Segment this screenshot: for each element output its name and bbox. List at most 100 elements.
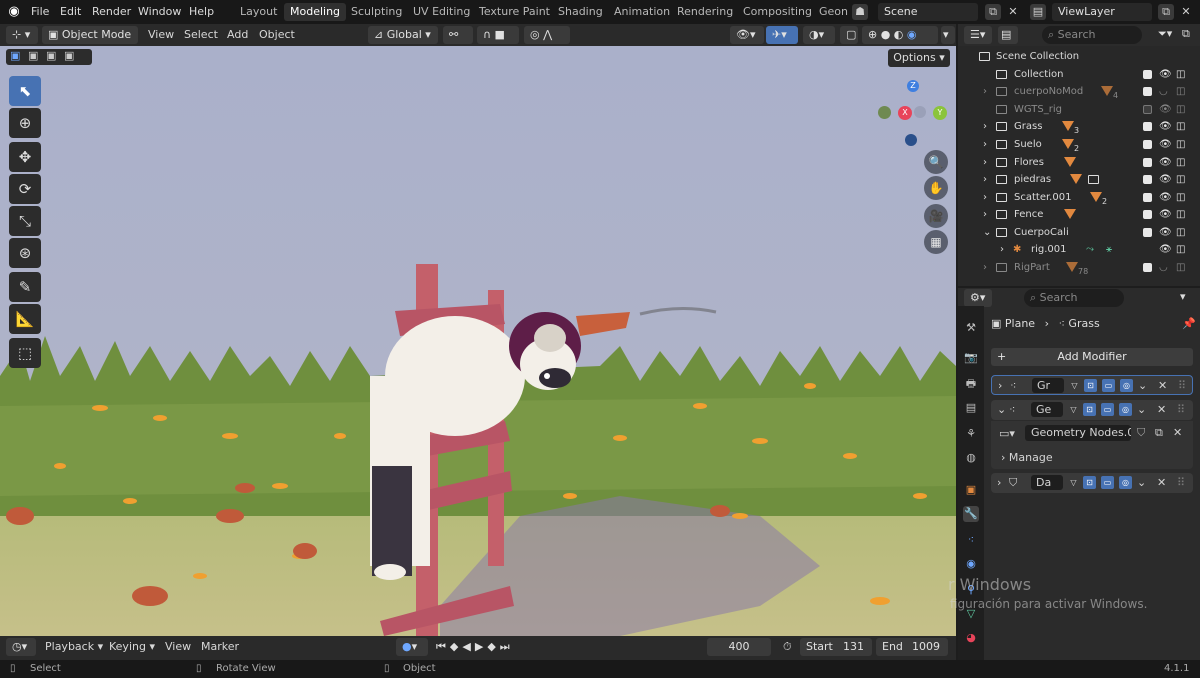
render-display-icon[interactable]: ◎ bbox=[1119, 476, 1132, 489]
eye-icon[interactable]: 👁 bbox=[1159, 241, 1172, 258]
blender-logo-icon[interactable]: ◉ bbox=[6, 4, 22, 20]
menu-timeline-view[interactable]: View bbox=[160, 638, 196, 656]
add-cube-tool[interactable]: ⬚ bbox=[9, 338, 41, 368]
outliner-row-rigpart[interactable]: › RigPart 78 ◡ ◫ bbox=[958, 259, 1200, 277]
view-layer-field[interactable]: ViewLayer bbox=[1052, 3, 1152, 21]
transform-tool[interactable]: ⊛ bbox=[9, 238, 41, 268]
node-group-field[interactable]: Geometry Nodes.0... bbox=[1025, 425, 1131, 441]
select-box-tool[interactable]: ⬉ bbox=[9, 76, 41, 106]
viewport-display-icon[interactable]: ▭ bbox=[1102, 379, 1115, 392]
pivot-dropdown[interactable]: ⚯ bbox=[443, 26, 473, 44]
expand-chevron-icon[interactable]: › bbox=[997, 476, 1001, 489]
options-button[interactable]: Options ▾ bbox=[888, 49, 950, 67]
cursor-tool[interactable]: ⊕ bbox=[9, 108, 41, 138]
tab-texture-paint[interactable]: Texture Paint bbox=[473, 3, 556, 21]
auto-keying-toggle[interactable]: ●▾ bbox=[396, 638, 428, 656]
chevron-down-icon[interactable]: ⌄ bbox=[1138, 379, 1147, 392]
snap-toggle[interactable]: ∩ ■ bbox=[477, 26, 519, 44]
eye-hidden-icon[interactable]: ◡ bbox=[1159, 83, 1168, 100]
scene-name-field[interactable]: Scene bbox=[878, 3, 978, 21]
tab-geometry-nodes[interactable]: Geon bbox=[813, 3, 854, 21]
select-invert-icon[interactable]: ▣ bbox=[64, 49, 74, 62]
modifier-name-field[interactable]: Da bbox=[1031, 475, 1063, 490]
camera-render-icon[interactable]: ◫ bbox=[1176, 224, 1185, 241]
exclude-checkbox[interactable] bbox=[1143, 210, 1152, 219]
tab-rendering[interactable]: Rendering bbox=[671, 3, 739, 21]
eye-hidden-icon[interactable]: ◡ bbox=[1159, 259, 1168, 276]
stopwatch-icon[interactable]: ⏱ bbox=[778, 638, 797, 656]
particles-tab-icon[interactable]: ⁖ bbox=[963, 532, 979, 548]
z-axis-ball[interactable]: Z bbox=[907, 80, 919, 92]
perspective-grid-icon[interactable]: ▦ bbox=[924, 230, 948, 254]
cage-icon[interactable]: ⊡ bbox=[1084, 379, 1097, 392]
next-keyframe-icon[interactable]: ◆ bbox=[487, 640, 499, 653]
proportional-edit-toggle[interactable]: ◎ ⋀ bbox=[524, 26, 570, 44]
camera-render-icon[interactable]: ◫ bbox=[1176, 154, 1185, 171]
modifier-panel-geometry-nodes[interactable]: ⌄ ⁖ Ge ▽ ⊡ ▭ ◎ ⌄ ✕ ⠿ bbox=[991, 400, 1193, 420]
outliner-editor-type[interactable]: ☰▾ bbox=[964, 26, 992, 44]
menu-edit[interactable]: Edit bbox=[60, 5, 81, 18]
tab-layout[interactable]: Layout bbox=[234, 3, 283, 21]
exclude-checkbox[interactable] bbox=[1143, 228, 1152, 237]
shading-options-button[interactable]: ▾ bbox=[941, 26, 955, 44]
eye-icon[interactable]: 👁 bbox=[1159, 136, 1172, 153]
menu-view[interactable]: View bbox=[143, 26, 179, 44]
rotate-tool[interactable]: ⟳ bbox=[9, 174, 41, 204]
display-mode-dropdown[interactable]: ▤ bbox=[998, 26, 1018, 44]
fake-user-shield-icon[interactable]: ⛉ bbox=[1137, 426, 1145, 440]
exclude-checkbox[interactable] bbox=[1143, 263, 1152, 272]
move-tool[interactable]: ✥ bbox=[9, 142, 41, 172]
jump-start-icon[interactable]: ⏮ bbox=[436, 640, 450, 653]
play-reverse-icon[interactable]: ◀ bbox=[462, 640, 474, 653]
menu-window[interactable]: Window bbox=[138, 5, 181, 18]
eye-icon[interactable]: 👁 bbox=[1159, 118, 1172, 135]
scene-selector-icon[interactable]: ☗ bbox=[852, 4, 868, 20]
3d-viewport[interactable]: ⬉ ⊕ ✥ ⟳ ⤡ ⊛ ✎ 📐 ⬚ ▣ ▣ ▣ ▣ Options ▾ Z X … bbox=[0, 46, 956, 636]
outliner-row-grass[interactable]: › Grass 3 👁 ◫ bbox=[958, 118, 1200, 136]
modifier-panel-data[interactable]: › ⛉ Da ▽ ⊡ ▭ ◎ ⌄ ✕ ⠿ bbox=[991, 473, 1193, 493]
eye-icon[interactable]: 👁 bbox=[1159, 224, 1172, 241]
exclude-checkbox[interactable] bbox=[1143, 70, 1152, 79]
add-modifier-button[interactable]: + Add Modifier bbox=[991, 348, 1193, 366]
close-icon[interactable]: ✕ bbox=[1157, 476, 1166, 489]
expand-chevron-icon[interactable]: › bbox=[983, 259, 987, 276]
select-subtract-icon[interactable]: ▣ bbox=[46, 49, 56, 62]
camera-render-icon[interactable]: ◫ bbox=[1176, 118, 1185, 135]
view-layer-selector-icon[interactable]: ▤ bbox=[1030, 4, 1046, 20]
outliner-row-wgts-rig[interactable]: WGTS_rig 👁 ◫ bbox=[958, 101, 1200, 119]
outliner-row-piedras[interactable]: › piedras 👁 ◫ bbox=[958, 171, 1200, 189]
camera-render-icon[interactable]: ◫ bbox=[1176, 241, 1185, 258]
cage-icon[interactable]: ⊡ bbox=[1083, 476, 1096, 489]
menu-select[interactable]: Select bbox=[179, 26, 223, 44]
viewport-display-icon[interactable]: ▭ bbox=[1101, 403, 1114, 416]
outliner-row-flores[interactable]: › Flores 👁 ◫ bbox=[958, 154, 1200, 172]
neg-y-axis-ball[interactable] bbox=[878, 106, 891, 119]
eye-icon[interactable]: 👁 bbox=[1159, 171, 1172, 188]
render-display-icon[interactable]: ◎ bbox=[1120, 379, 1133, 392]
view-layer-tab-icon[interactable]: ▤ bbox=[963, 400, 979, 416]
tab-sculpting[interactable]: Sculpting bbox=[345, 3, 408, 21]
pin-icon[interactable]: 📌 bbox=[1182, 317, 1196, 330]
camera-view-icon[interactable]: 🎥 bbox=[924, 204, 948, 228]
cage-icon[interactable]: ⊡ bbox=[1083, 403, 1096, 416]
new-collection-icon[interactable]: ⧉ bbox=[1182, 27, 1190, 41]
close-icon[interactable]: ✕ bbox=[1157, 403, 1166, 416]
render-tab-icon[interactable]: 📷 bbox=[963, 350, 979, 366]
expand-chevron-icon[interactable]: › bbox=[983, 189, 987, 206]
exclude-checkbox[interactable] bbox=[1143, 105, 1152, 114]
xray-toggle[interactable]: ▢ bbox=[840, 26, 858, 44]
expand-chevron-icon[interactable]: › bbox=[998, 379, 1002, 392]
exclude-checkbox[interactable] bbox=[1143, 87, 1152, 96]
outliner-row-collection[interactable]: Collection 👁 ◫ bbox=[958, 66, 1200, 84]
properties-search-input[interactable]: ⌕ Search bbox=[1024, 289, 1124, 307]
modifier-name-field[interactable]: Gr bbox=[1032, 378, 1064, 393]
y-axis-ball[interactable]: Y bbox=[933, 106, 947, 120]
tab-animation[interactable]: Animation bbox=[608, 3, 676, 21]
expand-chevron-icon[interactable]: › bbox=[983, 171, 987, 188]
outliner-row-suelo[interactable]: › Suelo 2 👁 ◫ bbox=[958, 136, 1200, 154]
expand-chevron-icon[interactable]: › bbox=[983, 154, 987, 171]
tab-modeling[interactable]: Modeling bbox=[284, 3, 347, 21]
physics-tab-icon[interactable]: ◉ bbox=[963, 556, 979, 572]
node-tree-icon[interactable]: ▭▾ bbox=[999, 427, 1015, 440]
eye-icon[interactable]: 👁 bbox=[1159, 189, 1172, 206]
